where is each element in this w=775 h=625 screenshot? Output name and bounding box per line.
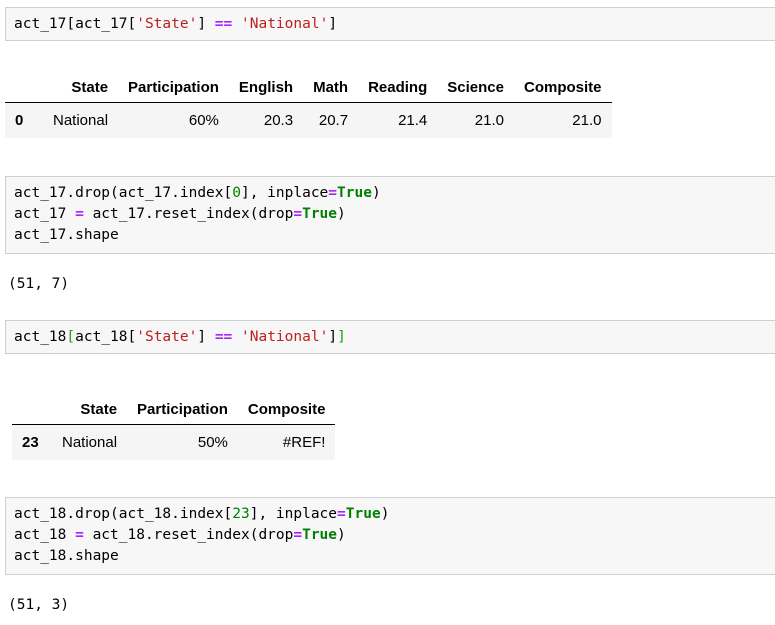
table-cell: #REF! (282, 434, 326, 451)
column-header: English (228, 72, 304, 103)
column-header: Composite (513, 72, 612, 103)
bracket: [ (66, 329, 76, 345)
code-text: ) (380, 506, 390, 522)
shape-output-1: (51, 7) (8, 276, 70, 292)
table-cell: 50% (197, 434, 228, 451)
code-text: ] (328, 329, 338, 345)
keyword: True (302, 206, 338, 222)
code-text: ] (197, 329, 215, 345)
number-literal: 0 (232, 185, 241, 201)
table-row: 0 National 60% 20.3 20.7 21.4 21.0 21.0 (5, 102, 612, 138)
column-header: State (52, 394, 128, 425)
code-text: act_18 (14, 329, 67, 345)
index-header (5, 72, 43, 103)
keyword: True (302, 527, 338, 543)
column-header: State (43, 72, 119, 103)
operator: = (293, 527, 303, 543)
code-text: ], inplace (240, 185, 329, 201)
dataframe-output-2: State Participation Composite 23 Nationa… (12, 394, 336, 460)
code-text: act_18.reset_index(drop (83, 527, 294, 543)
table-cell: 21.0 (572, 112, 602, 129)
string-literal: 'National' (241, 329, 329, 345)
row-index: 0 (15, 112, 24, 129)
code-text: act_18.drop(act_18.index[ (14, 506, 233, 522)
code-text: act_17[act_17[ (14, 16, 137, 32)
operator: = (75, 527, 84, 543)
operator: = (328, 185, 338, 201)
table-header-row: State Participation English Math Reading… (5, 72, 612, 103)
number-literal: 23 (232, 506, 250, 522)
table-cell: National (62, 434, 118, 451)
code-text: act_18.shape (14, 548, 119, 564)
keyword: True (337, 185, 372, 201)
table-header-row: State Participation Composite (12, 394, 336, 425)
operator: = (75, 206, 84, 222)
index-header (12, 394, 52, 425)
string-literal: 'National' (241, 16, 329, 32)
code-text: act_18[ (75, 329, 137, 345)
column-header: Participation (118, 72, 229, 103)
table-cell: 60% (188, 112, 219, 129)
operator: = (293, 206, 303, 222)
row-index: 23 (22, 434, 39, 451)
bracket: ] (337, 329, 346, 345)
column-header: Math (303, 72, 359, 103)
operator: == (214, 16, 233, 32)
code-text: ], inplace (249, 506, 338, 522)
dataframe-output-1: State Participation English Math Reading… (5, 72, 612, 138)
code-text: act_17 (14, 206, 76, 222)
code-cell-4[interactable]: act_18.drop(act_18.index[23], inplace=Tr… (5, 497, 775, 575)
code-text: ) (337, 206, 346, 222)
table-cell: National (53, 112, 109, 129)
code-cell-1[interactable]: act_17[act_17['State'] == 'National'] (5, 7, 775, 41)
table-cell: 21.4 (398, 112, 428, 129)
column-header: Participation (127, 394, 238, 425)
shape-output-2: (51, 3) (8, 597, 70, 613)
column-header: Science (437, 72, 514, 103)
string-literal: 'State' (136, 329, 198, 345)
code-text: act_17.shape (14, 227, 119, 243)
code-text: ) (371, 185, 381, 201)
column-header: Reading (358, 72, 438, 103)
table-cell: 20.7 (318, 112, 349, 129)
operator: == (214, 329, 233, 345)
column-header: Composite (237, 394, 336, 425)
keyword: True (345, 506, 381, 522)
table-cell: 21.0 (474, 112, 504, 129)
code-text: act_17.drop(act_17.index[ (14, 185, 233, 201)
table-row: 23 National 50% #REF! (12, 424, 336, 460)
string-literal: 'State' (136, 16, 198, 32)
code-text: act_17.reset_index(drop (83, 206, 294, 222)
operator: = (337, 506, 346, 522)
code-text: act_18 (14, 527, 76, 543)
code-text: ) (337, 527, 346, 543)
code-text: ] (197, 16, 215, 32)
code-cell-3[interactable]: act_18[act_18['State'] == 'National']] (5, 320, 775, 354)
code-cell-2[interactable]: act_17.drop(act_17.index[0], inplace=Tru… (5, 176, 775, 254)
table-cell: 20.3 (263, 112, 294, 129)
code-text: ] (328, 16, 338, 32)
